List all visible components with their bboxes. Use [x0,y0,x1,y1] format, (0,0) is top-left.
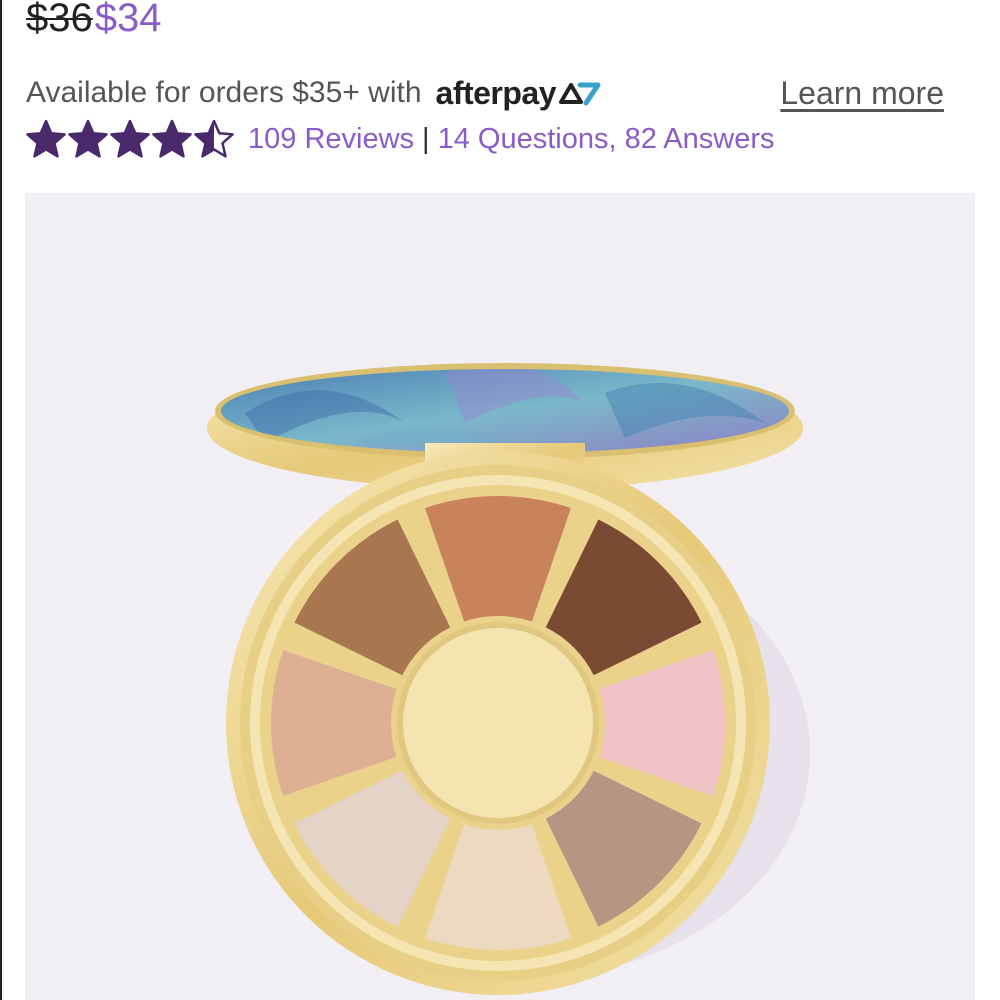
original-price: $36 [26,0,93,40]
star-full-icon [26,119,66,158]
star-half-icon [194,119,234,158]
afterpay-logo: afterpay [436,75,603,112]
star-full-icon [110,119,150,158]
eyeshadow-palette-image [207,363,810,995]
left-border [0,0,2,1000]
rating-row: 109 Reviews | 14 Questions, 82 Answers [26,118,775,160]
product-image[interactable] [25,193,975,1000]
reviews-link[interactable]: 109 Reviews [248,123,414,156]
rating-separator: | [422,122,430,155]
star-full-icon [68,119,108,158]
palette-center [397,622,599,824]
afterpay-availability-text: Available for orders $35+ with [26,76,422,109]
learn-more-link[interactable]: Learn more [780,75,944,112]
star-rating[interactable] [26,119,234,159]
afterpay-arrows-icon [559,82,601,106]
star-full-icon [152,119,192,158]
afterpay-row: Available for orders $35+ with afterpay … [26,70,956,116]
questions-answers-link[interactable]: 14 Questions, 82 Answers [438,123,775,156]
sale-price: $34 [94,0,162,40]
price-row: $36 $34 [26,0,162,52]
afterpay-logo-text: afterpay [435,74,557,111]
